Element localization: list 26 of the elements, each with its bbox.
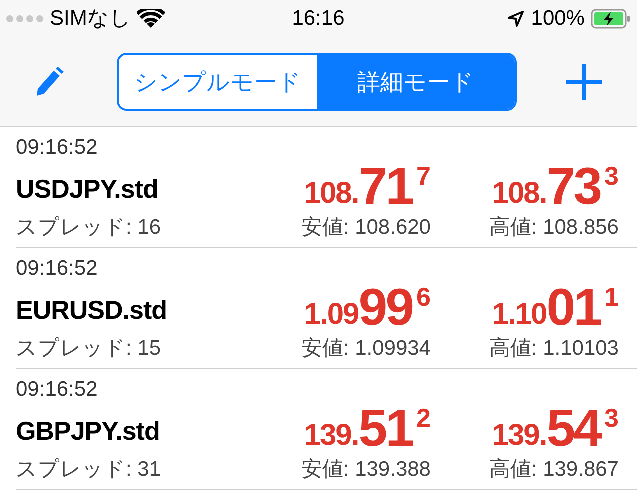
- add-plus-icon[interactable]: [565, 63, 603, 101]
- edit-pencil-icon[interactable]: [34, 65, 64, 99]
- high-price: 高値: 1.10103: [488, 336, 619, 362]
- symbol-name: USDJPY.std: [16, 173, 160, 206]
- low-price: 安値: 108.620: [300, 215, 431, 241]
- symbol-name: GBPJPY.std: [16, 415, 161, 448]
- quote-time: 09:16:52: [16, 135, 99, 161]
- high-price: 高値: 139.867: [488, 457, 619, 483]
- quote-time: 09:16:52: [16, 377, 99, 403]
- battery-percent: 100%: [531, 6, 585, 32]
- low-price: 安値: 1.09934: [300, 336, 431, 362]
- symbol-name: EURUSD.std: [16, 294, 168, 327]
- spread-label: スプレッド: 15: [16, 336, 162, 362]
- high-price: 高値: 108.856: [488, 215, 619, 241]
- spread-label: スプレッド: 16: [16, 215, 162, 241]
- signal-icon: [6, 15, 44, 23]
- location-arrow-icon: [507, 10, 526, 28]
- mode-tab[interactable]: シンプルモード: [119, 55, 317, 109]
- battery-charging-icon: [590, 9, 631, 29]
- clock-time: 16:16: [291, 6, 346, 32]
- wifi-icon: [137, 9, 166, 29]
- mode-tab[interactable]: 詳細モード: [317, 55, 515, 109]
- low-price: 安値: 139.388: [300, 457, 431, 483]
- carrier-label: SIMなし: [50, 6, 132, 32]
- quote-time: 09:16:52: [16, 256, 99, 282]
- spread-label: スプレッド: 31: [16, 457, 162, 483]
